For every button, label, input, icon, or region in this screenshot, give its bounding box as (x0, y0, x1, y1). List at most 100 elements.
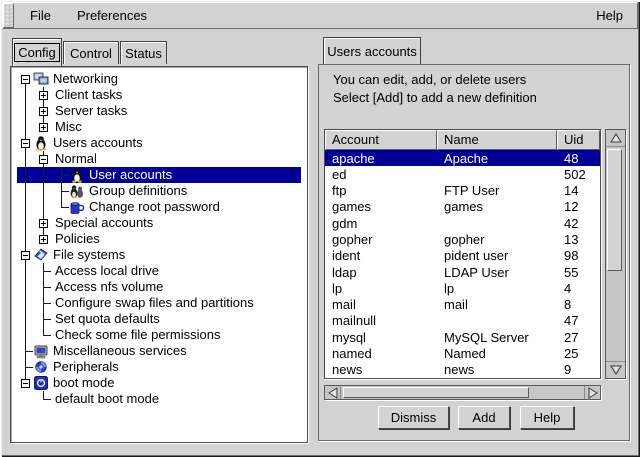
horizontal-scrollbar[interactable] (324, 385, 601, 400)
table-header-row: AccountNameUid (325, 130, 600, 150)
expand-toggle-icon[interactable] (39, 91, 48, 100)
scroll-right-icon[interactable] (584, 386, 600, 399)
account-row-mail[interactable]: mailmail8 (325, 297, 600, 313)
cell-name: FTP User (437, 183, 557, 198)
accounts-table[interactable]: AccountNameUid apacheApache48ed502ftpFTP… (324, 129, 601, 379)
tree-view[interactable]: NetworkingClient tasksServer tasksMiscUs… (10, 66, 308, 443)
account-row-ftp[interactable]: ftpFTP User14 (325, 183, 600, 199)
tree-item-label: Networking (53, 71, 118, 87)
account-row-gdm[interactable]: gdm42 (325, 215, 600, 231)
cell-account: gopher (325, 232, 437, 247)
horizontal-scrollbar-thumb[interactable] (343, 387, 529, 398)
tree-item-group-definitions[interactable]: Group definitions (11, 183, 307, 199)
scroll-down-icon[interactable] (606, 361, 625, 378)
users-accounts-panel: You can edit, add, or delete users Selec… (318, 64, 630, 441)
cell-uid: 27 (557, 330, 600, 345)
network-icon (33, 71, 49, 87)
dismiss-button[interactable]: Dismiss (378, 406, 449, 429)
tree-item-policies[interactable]: Policies (11, 231, 307, 247)
cell-name: pident user (437, 248, 557, 263)
tree-item-misc[interactable]: Misc (11, 119, 307, 135)
account-row-apache[interactable]: apacheApache48 (325, 150, 600, 166)
cell-account: ed (325, 167, 437, 182)
tree-item-miscellaneous-services[interactable]: Miscellaneous services (11, 343, 307, 359)
cell-account: news (325, 362, 437, 377)
tree-item-change-root-password[interactable]: Change root password (11, 199, 307, 215)
tree-item-label: Policies (55, 231, 100, 247)
tree-item-default-boot-mode[interactable]: default boot mode (11, 391, 307, 407)
expand-toggle-icon[interactable] (39, 123, 48, 132)
tree-item-client-tasks[interactable]: Client tasks (11, 87, 307, 103)
add-button[interactable]: Add (458, 406, 510, 429)
menubar-grip-handle[interactable] (3, 3, 14, 28)
add-button-label: Add (472, 410, 495, 425)
cell-uid: 14 (557, 183, 600, 198)
column-header-uid[interactable]: Uid (557, 130, 600, 150)
account-row-ed[interactable]: ed502 (325, 166, 600, 182)
account-row-mysql[interactable]: mysqlMySQL Server27 (325, 329, 600, 345)
collapse-toggle-icon[interactable] (21, 251, 30, 260)
tree-item-access-nfs-volume[interactable]: Access nfs volume (11, 279, 307, 295)
vertical-scrollbar-thumb[interactable] (607, 149, 622, 271)
filesystem-icon (33, 247, 49, 263)
account-row-news[interactable]: newsnews9 (325, 362, 600, 378)
tree-item-user-accounts[interactable]: User accounts (11, 167, 307, 183)
expand-toggle-icon[interactable] (39, 219, 48, 228)
collapse-toggle-icon[interactable] (21, 379, 30, 388)
tree-item-access-local-drive[interactable]: Access local drive (11, 263, 307, 279)
tree-item-label: Set quota defaults (55, 311, 160, 327)
tree-item-set-quota-defaults[interactable]: Set quota defaults (11, 311, 307, 327)
account-row-lp[interactable]: lplp4 (325, 280, 600, 296)
account-row-games[interactable]: gamesgames12 (325, 199, 600, 215)
expand-toggle-icon[interactable] (39, 235, 48, 244)
peripherals-icon (33, 359, 49, 375)
collapse-toggle-icon[interactable] (21, 139, 30, 148)
tree-item-label: Miscellaneous services (53, 343, 187, 359)
tree-item-label: boot mode (53, 375, 114, 391)
tab-status[interactable]: Status (120, 41, 167, 64)
vertical-scrollbar[interactable] (605, 129, 626, 379)
account-row-gopher[interactable]: gophergopher13 (325, 231, 600, 247)
tab-users-accounts[interactable]: Users accounts (323, 37, 421, 64)
table-body: apacheApache48ed502ftpFTP User14gamesgam… (325, 150, 600, 378)
column-header-name[interactable]: Name (437, 130, 557, 150)
tree-item-label: Client tasks (55, 87, 122, 103)
expand-toggle-icon[interactable] (39, 107, 48, 116)
tree-item-server-tasks[interactable]: Server tasks (11, 103, 307, 119)
help-button[interactable]: Help (520, 406, 574, 429)
cell-account: ident (325, 248, 437, 263)
penguin-icon (33, 135, 49, 151)
collapse-toggle-icon[interactable] (21, 75, 30, 84)
tree-item-peripherals[interactable]: Peripherals (11, 359, 307, 375)
tree-item-special-accounts[interactable]: Special accounts (11, 215, 307, 231)
tab-control[interactable]: Control (63, 41, 119, 64)
tree-branch-line (43, 303, 51, 304)
account-row-ldap[interactable]: ldapLDAP User55 (325, 264, 600, 280)
instruction-line-1: You can edit, add, or delete users (333, 72, 526, 87)
cell-name: news (437, 362, 557, 377)
column-header-account[interactable]: Account (325, 130, 437, 150)
account-row-ident[interactable]: identpident user98 (325, 248, 600, 264)
tree-item-configure-swap-files-and-partitions[interactable]: Configure swap files and partitions (11, 295, 307, 311)
collapse-toggle-icon[interactable] (39, 155, 48, 164)
menu-preferences[interactable]: Preferences (71, 6, 153, 25)
tree-item-networking[interactable]: Networking (11, 71, 307, 87)
tree-item-boot-mode[interactable]: boot mode (11, 375, 307, 391)
menu-file[interactable]: File (24, 6, 57, 25)
penguin-icon (69, 167, 85, 183)
scroll-up-icon[interactable] (606, 130, 625, 147)
menu-help[interactable]: Help (590, 6, 629, 25)
tree-item-normal[interactable]: Normal (11, 151, 307, 167)
tree-item-label: Peripherals (53, 359, 119, 375)
cell-name: Apache (437, 151, 557, 166)
tab-config[interactable]: Config (12, 38, 62, 66)
account-row-named[interactable]: namedNamed25 (325, 345, 600, 361)
tree-item-file-systems[interactable]: File systems (11, 247, 307, 263)
account-row-mailnull[interactable]: mailnull47 (325, 313, 600, 329)
tree-item-users-accounts[interactable]: Users accounts (11, 135, 307, 151)
tree-item-check-some-file-permissions[interactable]: Check some file permissions (11, 327, 307, 343)
cell-account: ldap (325, 265, 437, 280)
boot-icon (33, 375, 49, 391)
tree-item-label: Special accounts (55, 215, 153, 231)
scroll-left-icon[interactable] (325, 386, 341, 399)
